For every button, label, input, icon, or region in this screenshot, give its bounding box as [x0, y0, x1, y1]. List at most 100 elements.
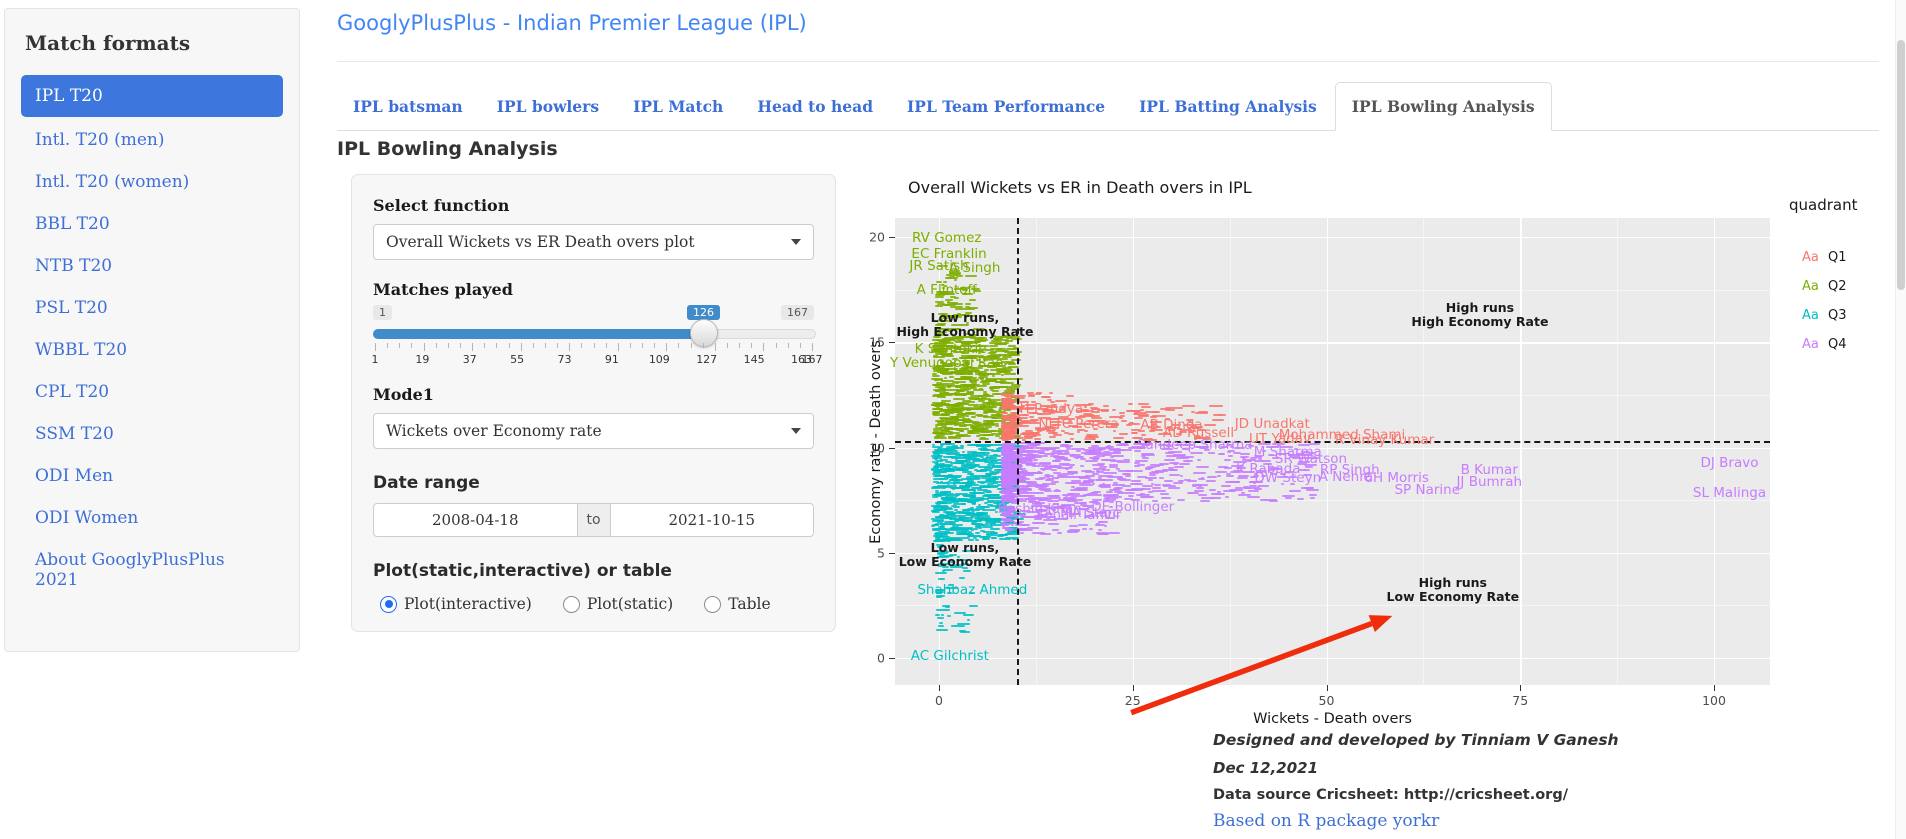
- tab-ipl-batting-analysis[interactable]: IPL Batting Analysis: [1123, 83, 1333, 130]
- scatter-point: [1004, 414, 1017, 417]
- sidebar-item-cpl-t20[interactable]: CPL T20: [21, 373, 283, 411]
- scatter-point: [981, 383, 991, 386]
- scatter-point: [980, 447, 988, 450]
- scatter-point: [1003, 429, 1016, 432]
- scatter-point: [960, 313, 967, 316]
- slider-tick: [544, 343, 546, 348]
- sidebar-item-odi-men[interactable]: ODI Men: [21, 457, 283, 495]
- scatter-point: [1168, 462, 1180, 465]
- tab-ipl-bowlers[interactable]: IPL bowlers: [481, 83, 615, 130]
- scatter-point: [958, 498, 969, 501]
- scatter-point: [1002, 478, 1013, 481]
- scatter-point: [1006, 431, 1011, 434]
- scatter-point: [957, 461, 964, 464]
- sidebar-item-ssm-t20[interactable]: SSM T20: [21, 415, 283, 453]
- sidebar-item-intl-t20-women-[interactable]: Intl. T20 (women): [21, 163, 283, 201]
- sidebar-item-ntb-t20[interactable]: NTB T20: [21, 247, 283, 285]
- y-tick: [889, 237, 895, 238]
- scatter-point: [978, 375, 989, 378]
- mode1-select[interactable]: Wickets over Economy rate: [373, 413, 814, 449]
- scatter-point: [968, 457, 981, 460]
- matches-played-slider[interactable]: 1 126 167 1 19 37 55 73 91 109 127 145 163 167: [372, 305, 823, 373]
- scatter-point: [1016, 459, 1020, 462]
- scatter-point: [944, 421, 956, 424]
- radio-plot-static-[interactable]: Plot(static): [556, 595, 673, 613]
- scatter-point: [993, 481, 998, 484]
- scatter-point: [1001, 474, 1010, 477]
- scatter-point: [950, 362, 956, 365]
- scatter-point: [1012, 487, 1021, 490]
- tab-head-to-head[interactable]: Head to head: [741, 83, 889, 130]
- scatter-point: [983, 449, 994, 452]
- gridline-major: [1326, 218, 1328, 685]
- player-label: K Santokie: [914, 340, 987, 357]
- tab-ipl-match[interactable]: IPL Match: [617, 83, 739, 130]
- sidebar-item-about-googlyplusplus-2021[interactable]: About GooglyPlusPlus 2021: [21, 541, 283, 599]
- scatter-point: [1197, 429, 1206, 432]
- scatter-point: [1011, 448, 1022, 451]
- sidebar-item-wbbl-t20[interactable]: WBBL T20: [21, 331, 283, 369]
- sidebar-item-bbl-t20[interactable]: BBL T20: [21, 205, 283, 243]
- scatter-point: [1182, 460, 1190, 463]
- scatter-point: [1089, 527, 1094, 530]
- scatter-point: [964, 315, 978, 318]
- scatter-point: [1000, 422, 1014, 424]
- scatter-point: [1025, 454, 1030, 457]
- scatter-point: [941, 508, 946, 511]
- sidebar-item-ipl-t20[interactable]: IPL T20: [21, 75, 283, 117]
- gridline-major: [895, 237, 1770, 239]
- scatter-point: [964, 462, 976, 465]
- radio-table[interactable]: Table: [697, 595, 771, 613]
- scatter-point: [1001, 406, 1011, 409]
- scatter-point: [958, 630, 967, 633]
- radio-plot-interactive-[interactable]: Plot(interactive): [373, 595, 532, 613]
- scatter-point: [1059, 462, 1070, 465]
- scatter-point: [959, 371, 973, 374]
- scatter-point: [1010, 378, 1024, 381]
- footer-yorkr-link[interactable]: Based on R package yorkr: [1213, 811, 1619, 831]
- scatter-point: [1001, 444, 1014, 447]
- sidebar-item-psl-t20[interactable]: PSL T20: [21, 289, 283, 327]
- tab-ipl-team-performance[interactable]: IPL Team Performance: [891, 83, 1121, 130]
- function-select[interactable]: Overall Wickets vs ER Death overs plot: [373, 224, 814, 260]
- date-from-input[interactable]: [373, 503, 578, 537]
- scatter-point: [963, 465, 968, 468]
- scatter-point: [1051, 431, 1059, 434]
- sidebar-item-intl-t20-men-[interactable]: Intl. T20 (men): [21, 121, 283, 159]
- scatter-point: [969, 515, 974, 518]
- scatter-point: [937, 451, 942, 454]
- scatter-point: [959, 372, 970, 375]
- x-tick-label: 50: [1318, 693, 1335, 708]
- scatter-point: [1002, 416, 1009, 419]
- slider-handle[interactable]: [690, 319, 718, 347]
- radio-dot-fill: [384, 600, 393, 608]
- tab-ipl-batsman[interactable]: IPL batsman: [337, 83, 479, 130]
- scatter-point: [1266, 446, 1280, 449]
- scatter-point: [934, 463, 945, 466]
- scatter-point: [934, 448, 944, 451]
- scatter-point: [957, 346, 961, 349]
- sidebar-item-odi-women[interactable]: ODI Women: [21, 499, 283, 537]
- scatter-point: [1008, 447, 1017, 450]
- scatter-point: [1077, 456, 1085, 459]
- scrollbar[interactable]: [1895, 0, 1906, 839]
- scatter-point: [941, 367, 950, 370]
- scatter-point: [1001, 459, 1006, 462]
- scatter-point: [1142, 457, 1150, 460]
- gridline-minor: [895, 500, 1770, 502]
- scatter-point: [1184, 478, 1191, 481]
- scatter-point: [1127, 489, 1137, 492]
- scatter-point: [1049, 435, 1057, 438]
- scatter-point: [1296, 498, 1305, 501]
- scatter-point: [1026, 463, 1037, 466]
- scatter-point: [945, 406, 954, 409]
- date-to-input[interactable]: [609, 503, 814, 537]
- scatter-point: [999, 406, 1011, 409]
- scatter-point: [995, 380, 1003, 383]
- scatter-point: [940, 392, 951, 395]
- scrollbar-thumb[interactable]: [1897, 40, 1905, 290]
- scatter-point: [958, 424, 966, 427]
- scatter-point: [933, 343, 945, 346]
- scatter-point: [988, 401, 997, 404]
- tab-ipl-bowling-analysis[interactable]: IPL Bowling Analysis: [1334, 82, 1552, 131]
